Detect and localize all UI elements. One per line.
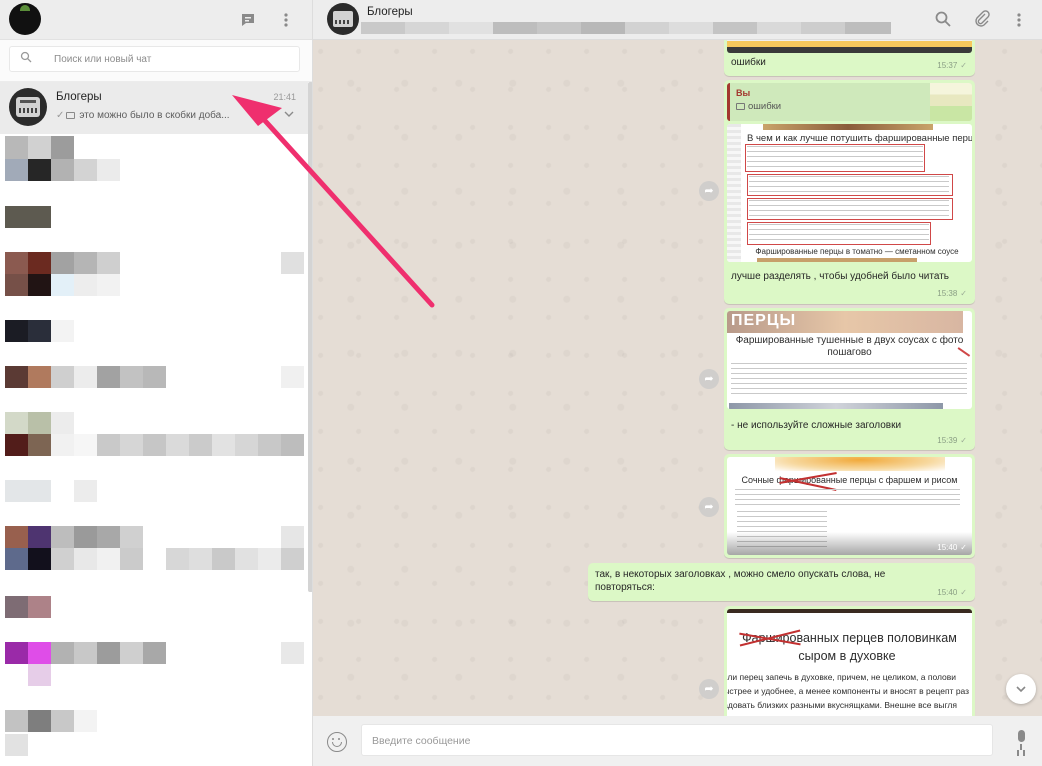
forward-icon[interactable]: ➦ bbox=[699, 181, 719, 201]
sent-check-icon: ✓ bbox=[960, 588, 967, 597]
message-time: 15:38 ✓ bbox=[937, 289, 967, 298]
camera-icon bbox=[66, 112, 76, 119]
group-avatar[interactable] bbox=[327, 3, 359, 35]
sent-check-icon: ✓ bbox=[960, 436, 967, 445]
message-bubble[interactable]: так, в некоторых заголовках , можно смел… bbox=[588, 563, 975, 601]
message-bubble[interactable]: Вы ошибки В чем и как лучше потушить фар… bbox=[724, 80, 975, 304]
search-bar bbox=[0, 40, 312, 82]
whatsapp-web-window: Блогеры 21:41 ✓ это можно было в скобки д… bbox=[0, 0, 1042, 766]
red-highlight-box bbox=[747, 222, 931, 245]
message-text: ошибки bbox=[731, 57, 766, 68]
chat-preview: ✓ это можно было в скобки доба... bbox=[56, 110, 270, 124]
image-doc-caption: Фаршированные перцы в томатно — сметанно… bbox=[755, 247, 959, 256]
message-input-box[interactable] bbox=[361, 724, 993, 756]
quote-author: Вы bbox=[736, 88, 751, 98]
search-icon[interactable] bbox=[933, 10, 953, 30]
sidebar: Блогеры 21:41 ✓ это можно было в скобки д… bbox=[0, 0, 313, 766]
group-members-blurred[interactable] bbox=[361, 22, 891, 34]
image-body-line: ... быстрее и удобнее, а менее компонент… bbox=[727, 686, 970, 696]
chevron-down-icon[interactable] bbox=[282, 108, 296, 122]
message-image[interactable]: ПЕРЦЫ Фаршированные тушенные в двух соус… bbox=[727, 311, 972, 409]
message-bubble[interactable]: Сочные фаршированные перцы с фаршем и ри… bbox=[724, 454, 975, 558]
blurred-chat-item[interactable] bbox=[0, 478, 306, 524]
blurred-chat-item[interactable] bbox=[0, 318, 306, 364]
chat-preview-text: это можно было в скобки доба... bbox=[79, 110, 230, 121]
blurred-chat-item[interactable] bbox=[0, 524, 306, 570]
blurred-chat-item[interactable] bbox=[0, 134, 306, 181]
message-area[interactable]: ошибки 15:37 ✓ Вы ошибки В чем и как лучш… bbox=[313, 40, 1042, 716]
my-avatar[interactable] bbox=[9, 3, 41, 35]
typewriter-icon bbox=[16, 97, 40, 117]
red-highlight-box bbox=[745, 144, 925, 172]
blurred-chat-item[interactable] bbox=[0, 204, 306, 250]
image-doc-title-line2: сыром в духовке bbox=[798, 649, 896, 663]
message-bubble[interactable]: ошибки 15:37 ✓ bbox=[724, 40, 975, 76]
forward-icon[interactable]: ➦ bbox=[699, 369, 719, 389]
message-time: 15:39 ✓ bbox=[937, 436, 967, 445]
message-bubble[interactable]: Фаршированных перцев половинкам сыром в … bbox=[724, 606, 975, 716]
message-image[interactable] bbox=[727, 40, 972, 53]
message-input[interactable] bbox=[372, 733, 972, 749]
message-text: - не используйте сложные заголовки bbox=[731, 420, 902, 431]
chat-list-item-active[interactable]: Блогеры 21:41 ✓ это можно было в скобки д… bbox=[0, 82, 308, 134]
blurred-chat-item[interactable] bbox=[0, 708, 306, 756]
message-time: 15:40 ✓ bbox=[937, 543, 967, 552]
search-box[interactable] bbox=[9, 46, 300, 72]
blurred-chat-item[interactable] bbox=[0, 250, 306, 296]
camera-icon bbox=[736, 103, 745, 110]
message-time: 15:40 ✓ bbox=[937, 588, 967, 597]
new-chat-icon[interactable] bbox=[238, 10, 258, 30]
blurred-chat-item[interactable] bbox=[0, 594, 306, 640]
image-body-line: ... радовать близких разными вкуснящками… bbox=[727, 700, 957, 710]
chat-avatar bbox=[9, 88, 47, 126]
sent-check-icon: ✓ bbox=[960, 289, 967, 298]
sidebar-header bbox=[0, 0, 312, 40]
message-composer bbox=[313, 716, 1042, 766]
search-icon bbox=[20, 51, 34, 65]
message-text: лучше разделять , чтобы удобней было чит… bbox=[731, 271, 949, 282]
conversation-title[interactable]: Блогеры bbox=[367, 6, 413, 18]
image-doc-title: В чем и как лучше потушить фаршированные… bbox=[747, 133, 972, 144]
image-doc-title: Сочные фаршированные перцы с фаршем и ри… bbox=[741, 475, 958, 485]
image-body-line: ... если перец запечь в духовке, причем,… bbox=[727, 672, 957, 682]
message-image[interactable]: Фаршированных перцев половинкам сыром в … bbox=[727, 609, 972, 716]
message-text: так, в некоторых заголовках , можно смел… bbox=[595, 569, 886, 593]
attach-icon[interactable] bbox=[972, 10, 992, 30]
image-doc-title: Фаршированные тушенные в двух соусах с ф… bbox=[735, 335, 964, 358]
quote-thumbnail bbox=[930, 83, 972, 121]
menu-dots-icon[interactable] bbox=[1009, 10, 1029, 30]
image-overlay-text: ПЕРЦЫ bbox=[731, 312, 797, 329]
chat-time: 21:41 bbox=[273, 92, 296, 102]
conversation-panel: Блогеры ошибки 15:37 ✓ Вы ошибки В чем и… bbox=[313, 0, 1042, 766]
emoji-icon[interactable] bbox=[327, 732, 347, 752]
red-highlight-box bbox=[747, 174, 953, 196]
quoted-message[interactable]: Вы ошибки bbox=[727, 83, 972, 121]
message-bubble[interactable]: ПЕРЦЫ Фаршированные тушенные в двух соус… bbox=[724, 308, 975, 450]
chat-name: Блогеры bbox=[56, 91, 102, 103]
blurred-chat-item[interactable] bbox=[0, 364, 306, 410]
red-highlight-box bbox=[747, 198, 953, 220]
menu-dots-icon[interactable] bbox=[276, 10, 296, 30]
typewriter-icon bbox=[333, 11, 353, 27]
forward-icon[interactable]: ➦ bbox=[699, 497, 719, 517]
sent-check-icon: ✓ bbox=[960, 61, 967, 70]
sent-check-icon: ✓ bbox=[960, 543, 967, 552]
microphone-icon[interactable] bbox=[1013, 730, 1029, 752]
blurred-chat-item[interactable] bbox=[0, 410, 306, 456]
sent-check-icon: ✓ bbox=[56, 110, 65, 121]
conversation-header: Блогеры bbox=[313, 0, 1042, 40]
blurred-chat-list bbox=[0, 134, 306, 766]
quote-text: ошибки bbox=[736, 101, 781, 112]
scroll-down-button[interactable] bbox=[1006, 674, 1036, 704]
search-input[interactable] bbox=[54, 50, 284, 68]
forward-icon[interactable]: ➦ bbox=[699, 679, 719, 699]
blurred-chat-item[interactable] bbox=[0, 640, 306, 686]
message-image[interactable]: В чем и как лучше потушить фаршированные… bbox=[727, 124, 972, 262]
message-time: 15:37 ✓ bbox=[937, 61, 967, 70]
